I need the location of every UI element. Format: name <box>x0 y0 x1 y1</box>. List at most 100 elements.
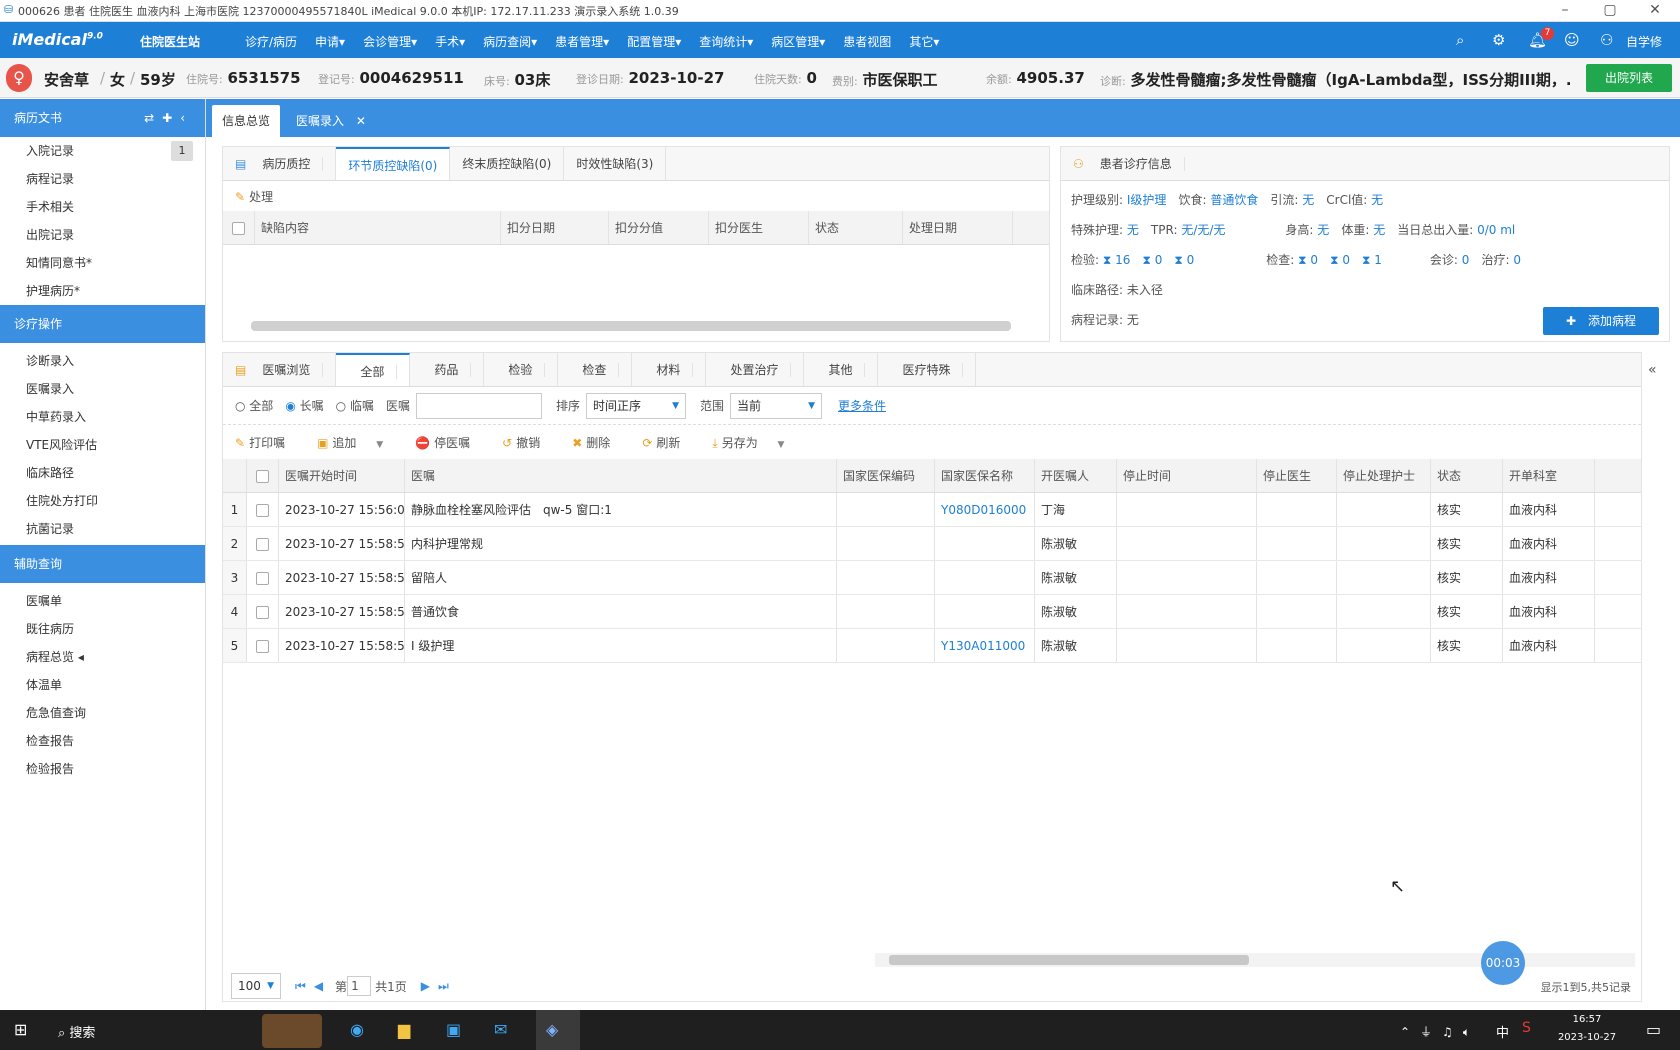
menu-item-11[interactable]: 其它▾ <box>909 33 939 50</box>
sidebar-item-6[interactable]: 护理病历* <box>0 277 205 305</box>
nursing-level[interactable]: I级护理 <box>1127 193 1167 207</box>
order-name-input[interactable] <box>415 392 542 419</box>
toolbar-button-3[interactable]: ⛔ 停医嘱 <box>415 434 486 451</box>
close-tab-icon[interactable]: ✕ <box>356 114 366 128</box>
tab-order-entry[interactable]: 医嘱录入 ✕ <box>286 105 376 137</box>
mail-icon[interactable]: ✉ <box>494 1020 507 1039</box>
order-tab-2[interactable]: 全部 <box>336 353 411 386</box>
settings-icon[interactable]: ⚙ <box>1492 31 1505 49</box>
toolbar-button-2[interactable]: ▣ 追加 ▼ <box>317 434 399 451</box>
more-conditions-link[interactable]: 更多条件 <box>838 397 886 414</box>
add-progress-note-button[interactable]: ✚ 添加病程 <box>1543 307 1659 335</box>
row-checkbox[interactable] <box>256 504 269 517</box>
tab-overview[interactable]: 信息总览 <box>212 105 281 137</box>
tray-icons[interactable]: ⌃⏚♫🔈︎ <box>1400 1023 1480 1040</box>
order-tab-1[interactable]: ▤ 医嘱浏览 <box>223 353 337 386</box>
search-icon[interactable]: ⌕ <box>1456 31 1464 49</box>
sidebar-item-items2-2[interactable]: 医嘱录入 <box>0 375 205 403</box>
order-tab-9[interactable]: 医疗特殊 <box>878 353 977 386</box>
toolbar-button-1[interactable]: ✎ 打印嘱 <box>235 434 301 451</box>
clock-date[interactable]: 2023-10-27 <box>1552 1032 1622 1043</box>
sidebar-item-1[interactable]: 入院记录 1 <box>0 137 205 165</box>
tab-timeliness-qc[interactable]: 时效性缺陷(3) <box>564 147 667 180</box>
sort-select[interactable]: 时间正序 <box>585 392 686 419</box>
tab-record-qc[interactable]: ▤ 病历质控 <box>223 147 337 180</box>
toolbar-button-7[interactable]: ⤓ 另存为 ▼ <box>712 434 800 451</box>
prev-page-icon[interactable]: ◀ <box>314 979 323 993</box>
menu-item-2[interactable]: 申请▾ <box>315 33 345 50</box>
sidebar-item-items2-1[interactable]: 诊断录入 <box>0 347 205 375</box>
order-tab-4[interactable]: 检验 <box>484 353 559 386</box>
sidebar-item-items3-1[interactable]: 医嘱单 <box>0 587 205 615</box>
sidebar-item-items3-2[interactable]: 既往病历 <box>0 615 205 643</box>
table-row[interactable]: 3 2023-10-27 15:58:5 留陪人 陈淑敏 核实 血液内科 <box>223 561 1641 595</box>
sidebar-section-records[interactable]: 病历文书 ⇄✚‹ <box>0 99 205 137</box>
tab-final-qc[interactable]: 终末质控缺陷(0) <box>450 147 565 180</box>
sidebar-item-items2-4[interactable]: VTE风险评估 <box>0 431 205 459</box>
file-explorer-icon[interactable]: ▆ <box>398 1020 410 1039</box>
message-icon[interactable]: ☺ <box>1564 31 1580 49</box>
select-all-checkbox[interactable] <box>232 222 245 235</box>
row-checkbox[interactable] <box>256 572 269 585</box>
menu-item-7[interactable]: 配置管理▾ <box>627 33 681 50</box>
menu-item-4[interactable]: 手术▾ <box>435 33 465 50</box>
sidebar-item-items2-3[interactable]: 中草药录入 <box>0 403 205 431</box>
discharge-list-button[interactable]: 出院列表 <box>1586 64 1672 92</box>
sidebar-item-items3-7[interactable]: 检验报告 <box>0 755 205 783</box>
notification-center-icon[interactable]: ▭ <box>1646 1020 1661 1039</box>
recording-timer[interactable]: 00:03 <box>1481 941 1525 985</box>
menu-item-3[interactable]: 会诊管理▾ <box>363 33 417 50</box>
last-page-icon[interactable]: ⏭ <box>438 979 449 994</box>
row-checkbox[interactable] <box>256 606 269 619</box>
process-button[interactable]: ✎ 处理 <box>235 188 289 205</box>
menu-item-6[interactable]: 患者管理▾ <box>555 33 609 50</box>
sidebar-item-items3-5[interactable]: 危急值查询 <box>0 699 205 727</box>
table-row[interactable]: 5 2023-10-27 15:58:5 I 级护理 Y130A011000 陈淑敏 核实… <box>223 629 1641 663</box>
sidebar-section-operations[interactable]: 诊疗操作 <box>0 305 205 343</box>
sidebar-tools-icon[interactable]: ⇄✚‹ <box>144 99 193 137</box>
sidebar-item-3[interactable]: 手术相关 <box>0 193 205 221</box>
sidebar-item-5[interactable]: 知情同意书* <box>0 249 205 277</box>
row-checkbox[interactable] <box>256 640 269 653</box>
edge-browser-icon[interactable]: ◉ <box>350 1020 364 1039</box>
clock-time[interactable]: 16:57 <box>1552 1014 1622 1025</box>
menu-item-8[interactable]: 查询统计▾ <box>699 33 753 50</box>
order-tab-8[interactable]: 其他 <box>804 353 879 386</box>
sidebar-section-query[interactable]: 辅助查询 <box>0 545 205 583</box>
toolbar-button-6[interactable]: ⟳ 刷新 <box>642 434 696 451</box>
table-row[interactable]: 4 2023-10-27 15:58:5 普通饮食 陈淑敏 核实 血液内科 <box>223 595 1641 629</box>
order-tab-3[interactable]: 药品 <box>410 353 485 386</box>
menu-item-1[interactable]: 诊疗/病历 <box>245 33 297 50</box>
sidebar-item-items2-6[interactable]: 住院处方打印 <box>0 487 205 515</box>
table-row[interactable]: 1 2023-10-27 15:56:0 静脉血栓栓塞风险评估 qw-5 窗口:1 Y… <box>223 493 1641 527</box>
ime-indicator[interactable]: 中 <box>1496 1022 1509 1041</box>
imedical-taskbar-icon[interactable]: ◈ <box>546 1020 558 1039</box>
windows-start-icon[interactable]: ⊞ <box>14 1020 27 1039</box>
table-row[interactable]: 2 2023-10-27 15:58:5 内科护理常规 陈淑敏 核实 血液内科 <box>223 527 1641 561</box>
radio-all[interactable]: ○ 全部 <box>235 397 273 414</box>
antivirus-icon[interactable]: S <box>1522 1020 1531 1036</box>
menu-item-9[interactable]: 病区管理▾ <box>771 33 825 50</box>
lab-count-1[interactable]: 16 <box>1115 253 1130 267</box>
maximize-icon[interactable]: ▢ <box>1595 2 1625 18</box>
page-size-select[interactable]: 100 <box>231 973 281 999</box>
sidebar-item-items3-4[interactable]: 体温单 <box>0 671 205 699</box>
tab-link-qc[interactable]: 环节质控缺陷(0) <box>336 147 451 180</box>
menu-item-5[interactable]: 病历查阅▾ <box>483 33 537 50</box>
store-icon[interactable]: ▣ <box>446 1020 461 1039</box>
next-page-icon[interactable]: ▶ <box>421 979 430 993</box>
user-icon[interactable]: ⚇ <box>1600 31 1613 49</box>
orders-select-all-checkbox[interactable] <box>256 470 269 483</box>
order-tab-5[interactable]: 检查 <box>558 353 633 386</box>
order-tab-7[interactable]: 处置治疗 <box>706 353 805 386</box>
sidebar-item-items2-5[interactable]: 临床路径 <box>0 459 205 487</box>
radio-long[interactable]: ◉ 长嘱 <box>285 397 323 414</box>
page-number-input[interactable]: 1 <box>347 976 372 996</box>
close-icon[interactable]: ✕ <box>1640 2 1670 18</box>
sidebar-item-items3-3[interactable]: 病程总览 ◂ <box>0 643 205 671</box>
sidebar-item-4[interactable]: 出院记录 <box>0 221 205 249</box>
taskbar-search[interactable]: ⌕ 搜索 <box>58 1022 95 1041</box>
scope-select[interactable]: 当前 <box>730 392 822 419</box>
horizontal-scrollbar[interactable] <box>251 321 1011 331</box>
toolbar-button-5[interactable]: ✖ 删除 <box>572 434 626 451</box>
